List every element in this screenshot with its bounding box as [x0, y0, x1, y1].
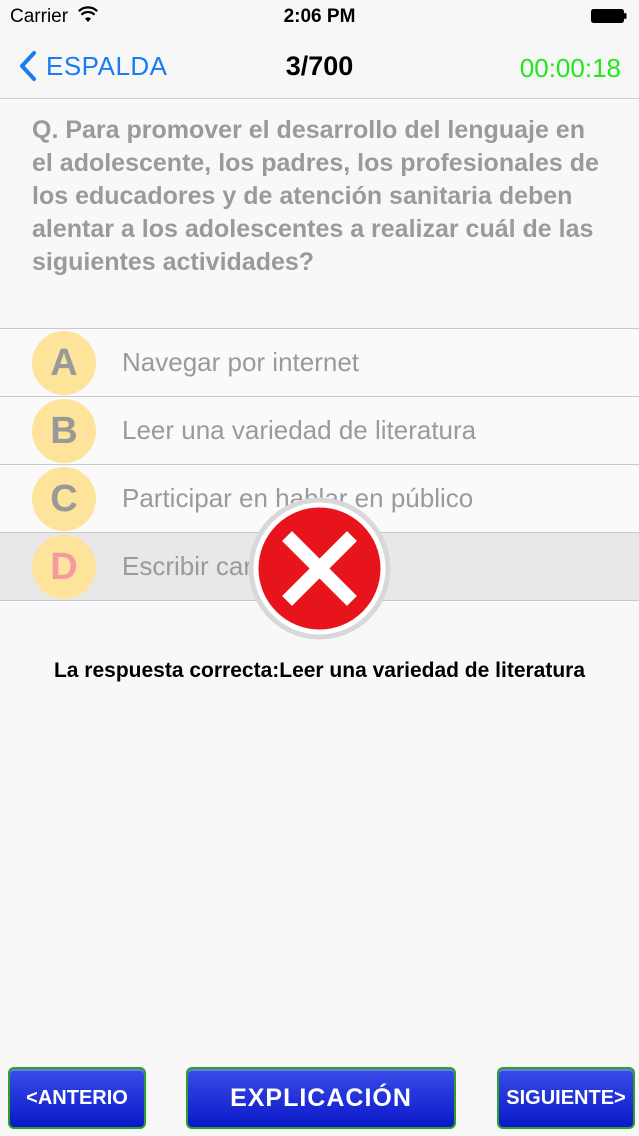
option-letter: C [32, 467, 96, 531]
option-text: Leer una variedad de literatura [122, 415, 477, 445]
battery-icon [591, 9, 627, 23]
status-bar: Carrier 2:06 PM [0, 0, 639, 34]
next-button[interactable]: SIGUIENTE> [497, 1067, 635, 1129]
option-letter: B [32, 399, 96, 463]
wrong-answer-icon [248, 497, 391, 640]
nav-bar: ESPALDA 3/700 00:00:18 [0, 34, 639, 99]
option-text: Navegar por internet [122, 347, 360, 377]
option-letter: A [32, 331, 96, 395]
option-b[interactable]: B Leer una variedad de literatura [0, 397, 639, 465]
question-text: Q. Para promover el desarrollo del lengu… [32, 116, 599, 276]
previous-button[interactable]: <ANTERIO [8, 1067, 146, 1129]
clock: 2:06 PM [283, 6, 356, 27]
timer: 00:00:18 [519, 53, 621, 83]
option-letter: D [32, 535, 96, 599]
correct-answer-text: La respuesta correcta:Leer una variedad … [53, 659, 586, 682]
explanation-button[interactable]: EXPLICACIÓN [186, 1067, 456, 1129]
option-a[interactable]: A Navegar por internet [0, 329, 639, 397]
